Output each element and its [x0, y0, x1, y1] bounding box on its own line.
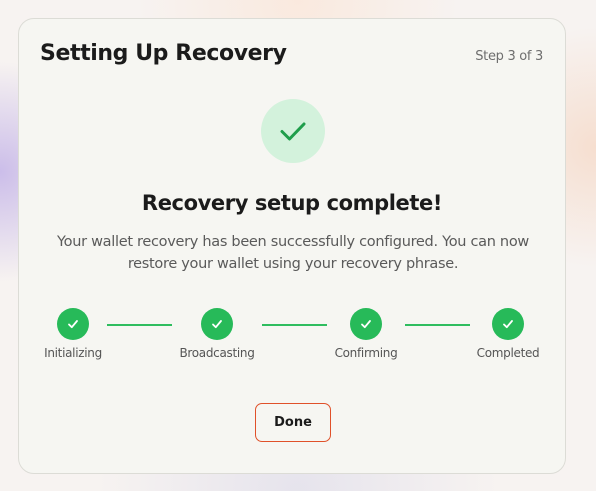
- success-badge: [261, 99, 325, 163]
- checkmark-icon: [361, 320, 371, 329]
- step-initializing-indicator: [57, 308, 89, 340]
- checkmark-icon: [280, 122, 306, 141]
- step-confirming-indicator: [350, 308, 382, 340]
- step-connector: [262, 324, 327, 326]
- recovery-dialog: Setting Up Recovery Step 3 of 3 Recovery…: [18, 18, 566, 474]
- step-label-confirming: Confirming: [334, 346, 398, 360]
- step-broadcasting-indicator: [201, 308, 233, 340]
- step-label-broadcasting: Broadcasting: [179, 346, 255, 360]
- status-description: Your wallet recovery has been successful…: [57, 234, 529, 272]
- checkmark-icon: [68, 320, 78, 329]
- step-label-completed: Completed: [476, 346, 540, 360]
- status-heading: Recovery setup complete!: [141, 191, 443, 215]
- checkmark-icon: [503, 320, 513, 329]
- step-indicator: Step 3 of 3: [475, 49, 543, 64]
- done-button[interactable]: Done: [255, 403, 331, 442]
- dialog-title: Setting Up Recovery: [40, 41, 287, 66]
- checkmark-icon: [212, 320, 222, 329]
- step-connector: [405, 324, 470, 326]
- step-connector: [107, 324, 172, 326]
- step-label-initializing: Initializing: [44, 346, 102, 360]
- step-completed-indicator: [492, 308, 524, 340]
